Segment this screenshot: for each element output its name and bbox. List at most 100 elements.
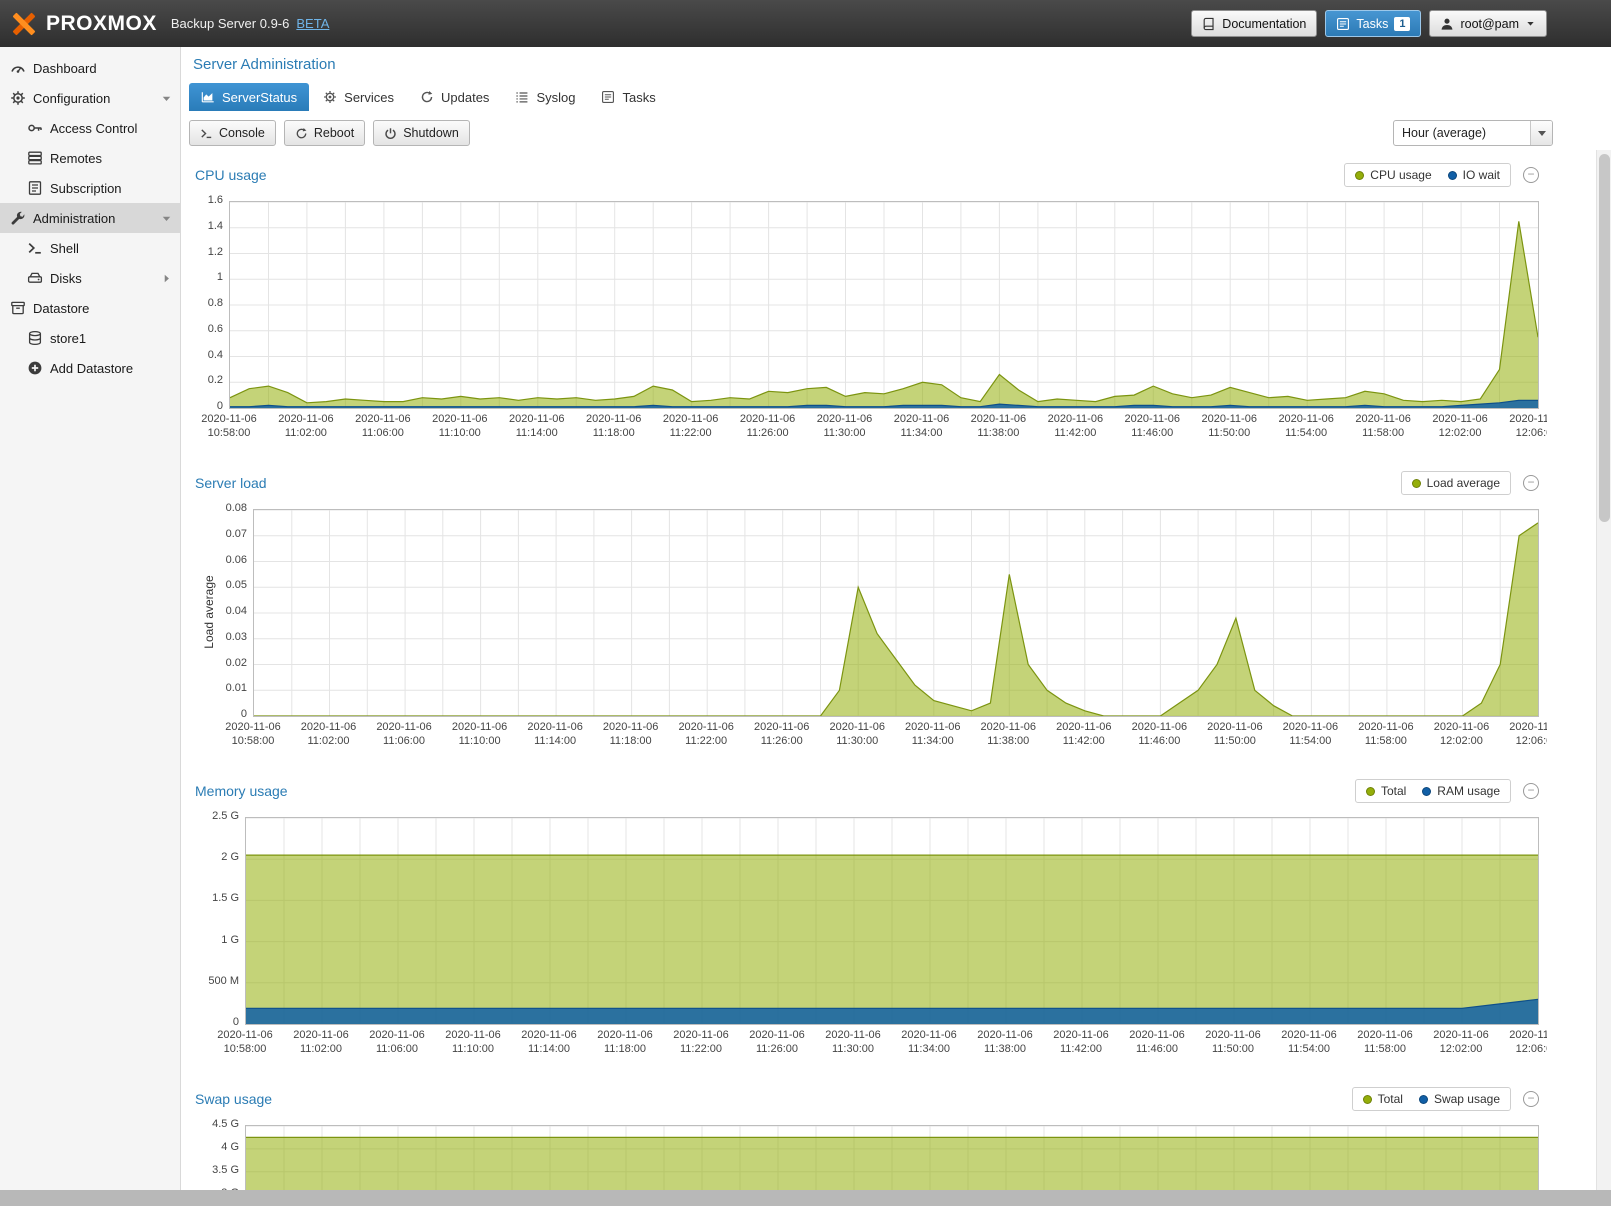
tab-serverstatus[interactable]: ServerStatus: [189, 83, 309, 111]
chart-icon: [201, 90, 215, 104]
collapse-panel-button[interactable]: −: [1523, 1091, 1539, 1107]
sidebar-item-label: Access Control: [50, 121, 137, 136]
gears-icon: [323, 90, 337, 104]
server-load-panel: Server load Load average − Load average …: [187, 468, 1547, 762]
legend-label: IO wait: [1463, 168, 1500, 182]
tab-label: Tasks: [622, 90, 655, 105]
cpu-usage-panel: CPU usage CPU usageIO wait − 1.61.41.210…: [187, 160, 1547, 454]
legend-item-swap-usage[interactable]: Swap usage: [1419, 1092, 1500, 1106]
legend-dot: [1363, 1095, 1372, 1104]
terminal-icon: [27, 240, 43, 256]
panel-title: Memory usage: [195, 783, 288, 799]
sidebar-item-subscription[interactable]: Subscription: [0, 173, 180, 203]
vertical-scrollbar[interactable]: [1596, 150, 1611, 1190]
user-menu-button[interactable]: root@pam: [1429, 10, 1547, 37]
tab-updates[interactable]: Updates: [408, 83, 501, 111]
sidebar-item-administration[interactable]: Administration: [0, 203, 180, 233]
y-axis-tick-label: 0.03: [195, 631, 247, 643]
sidebar-item-label: Shell: [50, 241, 79, 256]
y-axis-tick-label: 0.07: [195, 528, 247, 540]
y-axis-tick-label: 1.6: [195, 194, 223, 206]
chevron-right-icon: [160, 272, 173, 285]
server-load-chart: [253, 509, 1539, 717]
documentation-button-label: Documentation: [1222, 17, 1306, 31]
documentation-button[interactable]: Documentation: [1191, 10, 1317, 37]
legend-label: Total: [1378, 1092, 1403, 1106]
sidebar-item-label: Remotes: [50, 151, 102, 166]
sidebar: Dashboard Configuration Access Control Remo…: [0, 47, 181, 1190]
sidebar-item-label: Subscription: [50, 181, 122, 196]
sidebar-item-shell[interactable]: Shell: [0, 233, 180, 263]
sidebar-item-datastore[interactable]: Datastore: [0, 293, 180, 323]
y-axis-tick-label: 3.5 G: [195, 1164, 239, 1176]
y-axis-tick-label: 1.5 G: [195, 892, 239, 904]
legend-dot: [1412, 479, 1421, 488]
hdd-icon: [27, 270, 43, 286]
collapse-panel-button[interactable]: −: [1523, 167, 1539, 183]
key-icon: [27, 120, 43, 136]
legend-item-cpu-usage[interactable]: CPU usage: [1355, 168, 1431, 182]
y-axis-tick-label: 0: [195, 708, 247, 720]
wrench-icon: [10, 210, 26, 226]
shutdown-button[interactable]: Shutdown: [373, 120, 470, 146]
y-axis-tick-label: 0.06: [195, 554, 247, 566]
sidebar-item-label: Configuration: [33, 91, 110, 106]
beta-link[interactable]: BETA: [296, 16, 329, 31]
y-axis-tick-label: 0.6: [195, 323, 223, 335]
legend-item-ram-usage[interactable]: RAM usage: [1422, 784, 1500, 798]
chevron-down-icon: [160, 212, 173, 225]
collapse-panel-button[interactable]: −: [1523, 783, 1539, 799]
tab-tasks[interactable]: Tasks: [589, 83, 667, 111]
tasks-button[interactable]: Tasks 1: [1325, 10, 1421, 37]
sidebar-item-label: Add Datastore: [50, 361, 133, 376]
x-axis-tick-label: 2020-11-0612:06:00: [1492, 1028, 1547, 1056]
sidebar-item-disks[interactable]: Disks: [0, 263, 180, 293]
legend-item-load-average[interactable]: Load average: [1412, 476, 1500, 490]
sidebar-item-access-control[interactable]: Access Control: [0, 113, 180, 143]
scrollbar-thumb[interactable]: [1599, 154, 1610, 522]
sidebar-item-configuration[interactable]: Configuration: [0, 83, 180, 113]
y-axis-tick-label: 0.05: [195, 579, 247, 591]
legend-label: Load average: [1427, 476, 1500, 490]
collapse-panel-button[interactable]: −: [1523, 475, 1539, 491]
timeframe-value: Hour (average): [1394, 126, 1530, 140]
terminal-icon: [200, 127, 213, 140]
sidebar-item-store1[interactable]: store1: [0, 323, 180, 353]
legend-item-io-wait[interactable]: IO wait: [1448, 168, 1500, 182]
tasks-count-badge: 1: [1394, 17, 1410, 31]
tab-bar: ServerStatus ServicesUpdatesSyslog Tasks: [189, 83, 1596, 111]
reboot-button[interactable]: Reboot: [284, 120, 365, 146]
list-icon: [515, 90, 529, 104]
dropdown-trigger-icon[interactable]: [1530, 121, 1552, 145]
timeframe-select[interactable]: Hour (average): [1393, 120, 1553, 146]
y-axis-tick-label: 500 M: [195, 975, 239, 987]
x-axis-tick-label: 2020-11-0612:06:00: [1492, 720, 1547, 748]
legend-label: CPU usage: [1370, 168, 1431, 182]
sidebar-item-label: Administration: [33, 211, 115, 226]
panel-title: Server load: [195, 475, 267, 491]
refresh-icon: [295, 127, 308, 140]
y-axis-tick-label: 0.4: [195, 349, 223, 361]
y-axis-tick-label: 4 G: [195, 1141, 239, 1153]
sidebar-item-dashboard[interactable]: Dashboard: [0, 53, 180, 83]
tasks-button-label: Tasks: [1356, 17, 1388, 31]
tab-label: ServerStatus: [222, 90, 297, 105]
chart-legend: CPU usage IO wait: [1344, 163, 1511, 187]
book-icon: [1202, 17, 1216, 31]
sidebar-item-remotes[interactable]: Remotes: [0, 143, 180, 173]
legend-item-total[interactable]: Total: [1363, 1092, 1403, 1106]
cpu-usage-chart: [229, 201, 1539, 409]
archive-icon: [10, 300, 26, 316]
y-axis-tick-label: 0.08: [195, 502, 247, 514]
tab-services[interactable]: Services: [311, 83, 406, 111]
chart-legend: Total RAM usage: [1355, 779, 1511, 803]
legend-item-total[interactable]: Total: [1366, 784, 1406, 798]
user-icon: [1440, 17, 1454, 31]
proxmox-logo-icon: [10, 10, 38, 38]
sidebar-item-add-datastore[interactable]: Add Datastore: [0, 353, 180, 383]
tab-syslog[interactable]: Syslog: [503, 83, 587, 111]
user-menu-label: root@pam: [1460, 17, 1519, 31]
y-axis-tick-label: 4.5 G: [195, 1118, 239, 1130]
console-button[interactable]: Console: [189, 120, 276, 146]
refresh-icon: [420, 90, 434, 104]
